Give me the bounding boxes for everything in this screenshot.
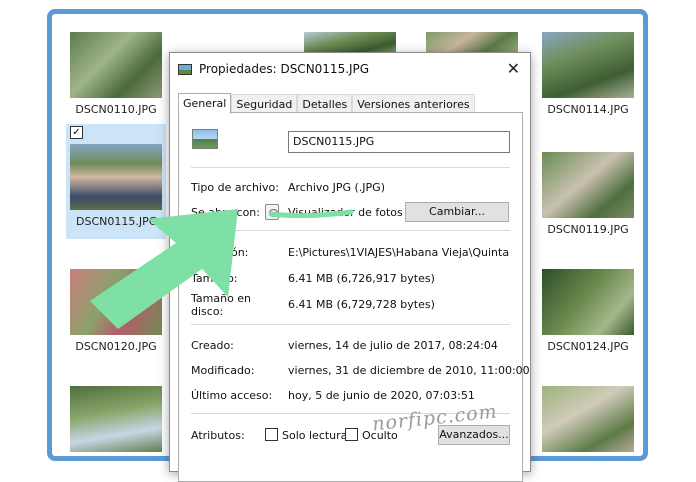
tipo-value: Archivo JPG (.JPG)	[288, 181, 385, 194]
tab-general[interactable]: General	[178, 93, 232, 114]
tipo-label: Tipo de archivo:	[191, 181, 279, 194]
image-thumbnail-icon	[192, 129, 218, 149]
thumbnail-image	[70, 386, 162, 452]
thumbnail-partial-top[interactable]	[422, 32, 522, 54]
modificado-value: viernes, 31 de diciembre de 2010, 11:00:…	[288, 364, 530, 377]
image-file-icon	[178, 63, 192, 75]
thumbnail-image	[70, 144, 162, 210]
creado-label: Creado:	[191, 339, 234, 352]
annotation-arrow-icon	[90, 209, 238, 329]
solo-lectura-checkbox[interactable]	[265, 428, 278, 441]
thumbnail-image	[542, 32, 634, 98]
disco-value: 6.41 MB (6,729,728 bytes)	[288, 298, 435, 311]
thumbnail-partial-bottom-right[interactable]	[538, 386, 638, 452]
tab-seguridad[interactable]: Seguridad	[231, 94, 298, 113]
filename-input[interactable]: DSCN0115.JPG	[288, 131, 510, 153]
thumbnail-label: DSCN0119.JPG	[547, 223, 629, 236]
modificado-label: Modificado:	[191, 364, 255, 377]
creado-value: viernes, 14 de julio de 2017, 08:24:04	[288, 339, 498, 352]
thumbnail-image	[304, 32, 396, 54]
dialog-titlebar[interactable]: Propiedades: DSCN0115.JPG	[170, 53, 530, 85]
thumbnail-dscn0110[interactable]: DSCN0110.JPG	[66, 32, 166, 116]
oculto-checkbox[interactable]	[345, 428, 358, 441]
avanzados-button[interactable]: Avanzados...	[438, 425, 510, 445]
close-icon[interactable]: ✕	[507, 59, 520, 79]
thumbnail-image	[542, 152, 634, 218]
tab-versiones-anteriores[interactable]: Versiones anteriores	[352, 94, 475, 113]
thumbnail-partial-top[interactable]	[300, 32, 400, 54]
selected-checkbox[interactable]: ✓	[70, 126, 83, 139]
thumbnail-image	[542, 269, 634, 335]
dialog-title: Propiedades: DSCN0115.JPG	[199, 62, 370, 76]
atributos-label: Atributos:	[191, 429, 245, 442]
tab-bar: General Seguridad Detalles Versiones ant…	[178, 93, 475, 114]
thumbnail-label: DSCN0124.JPG	[547, 340, 629, 353]
ubicacion-value: E:\Pictures\1VIAJES\Habana Vieja\Quinta …	[288, 246, 510, 259]
acceso-value: hoy, 5 de junio de 2020, 07:03:51	[288, 389, 475, 402]
thumbnail-partial-bottom-left[interactable]	[66, 386, 166, 452]
thumbnail-image	[70, 32, 162, 98]
thumbnail-label: DSCN0120.JPG	[75, 340, 157, 353]
solo-lectura-label: Solo lectura	[282, 429, 348, 442]
thumbnail-dscn0114[interactable]: DSCN0114.JPG	[538, 32, 638, 116]
acceso-label: Último acceso:	[191, 389, 273, 402]
thumbnail-image	[542, 386, 634, 452]
tab-detalles[interactable]: Detalles	[297, 94, 353, 113]
annotation-underline	[268, 209, 354, 219]
cambiar-button[interactable]: Cambiar...	[405, 202, 509, 222]
thumbnail-image	[426, 32, 518, 54]
tamano-value: 6.41 MB (6,726,917 bytes)	[288, 272, 435, 285]
thumbnail-label: DSCN0114.JPG	[547, 103, 629, 116]
thumbnail-label: DSCN0110.JPG	[75, 103, 157, 116]
thumbnail-dscn0124[interactable]: DSCN0124.JPG	[538, 269, 638, 353]
thumbnail-dscn0119[interactable]: DSCN0119.JPG	[538, 152, 638, 236]
divider	[191, 167, 510, 168]
